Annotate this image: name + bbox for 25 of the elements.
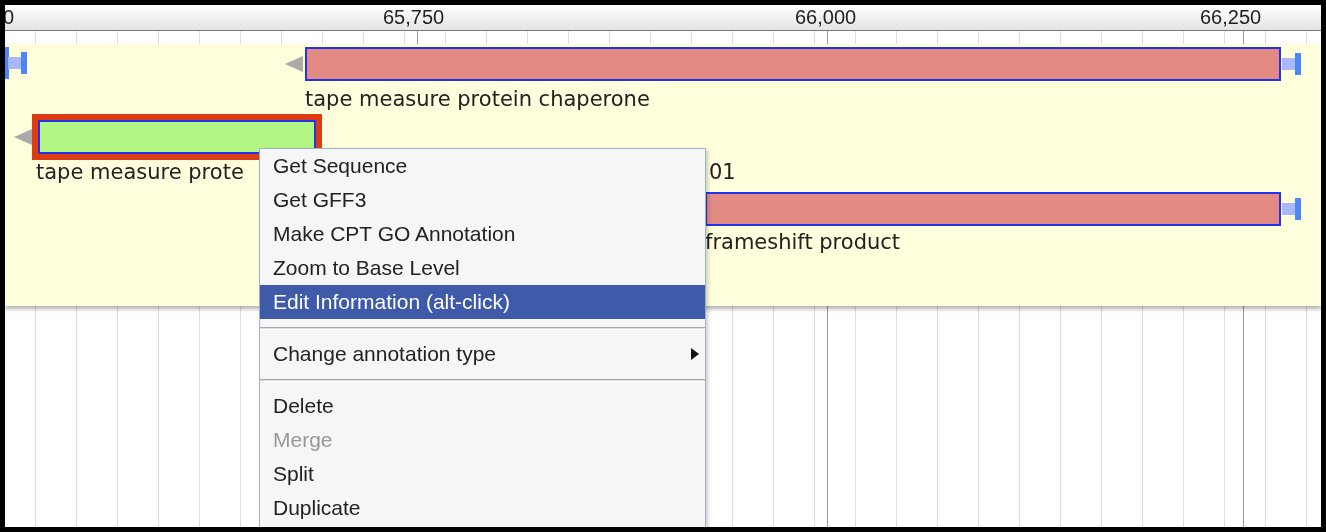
end-marker-icon (8, 51, 28, 75)
menu-item[interactable]: Split (260, 457, 705, 491)
strand-arrow-icon (285, 56, 303, 72)
menu-item[interactable]: Delete (260, 389, 705, 423)
menu-item[interactable]: Zoom to Base Level (260, 251, 705, 285)
ruler-label: 65,750 (383, 6, 445, 28)
ruler-label: 66,000 (795, 6, 857, 28)
feature-label: tape measure protein chaperone (305, 86, 650, 112)
menu-item[interactable]: Edit Information (alt-click) (260, 285, 705, 319)
submenu-arrow-icon (691, 348, 699, 360)
feature-label: tape measure prote (36, 159, 244, 185)
menu-item[interactable]: Duplicate (260, 491, 705, 525)
feature-label: frameshift product (705, 229, 901, 255)
menu-item[interactable]: Make CPT GO Annotation (260, 217, 705, 251)
ruler-label: 66,250 (1200, 6, 1262, 28)
feature-bar[interactable] (305, 47, 1281, 81)
feature-bar[interactable] (705, 192, 1281, 226)
strand-arrow-icon (14, 129, 32, 145)
menu-item[interactable]: Change annotation type (260, 337, 705, 371)
menu-item[interactable]: Get GFF3 (260, 183, 705, 217)
menu-item[interactable]: Get Sequence (260, 149, 705, 183)
end-marker-icon (1282, 197, 1302, 221)
end-marker-icon (1282, 52, 1302, 76)
feature-end-icon (5, 47, 9, 79)
feature-label: 01 (709, 159, 736, 185)
